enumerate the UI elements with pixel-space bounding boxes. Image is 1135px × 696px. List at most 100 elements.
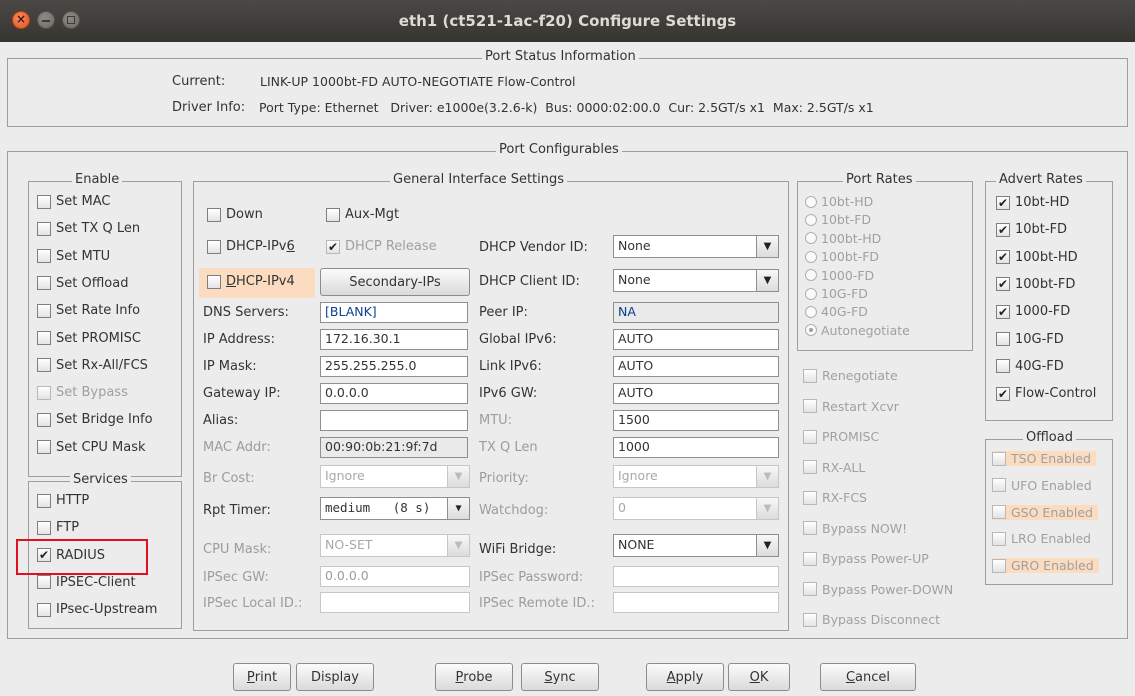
down-checkbox[interactable]: Down <box>207 207 263 222</box>
advert-10g-fd-checkbox[interactable]: 10G-FD <box>996 332 1064 347</box>
peer-ip-input[interactable]: NA <box>613 302 779 323</box>
close-window-icon[interactable]: × <box>12 11 30 29</box>
ipsec-password-input[interactable] <box>613 566 779 587</box>
tx-q-len-label: TX Q Len <box>479 440 538 455</box>
checkbox-box <box>803 612 817 627</box>
enable-set-rx-all-fcs-checkbox[interactable]: Set Rx-All/FCS <box>37 358 148 373</box>
maximize-window-icon[interactable] <box>62 11 80 29</box>
service-http-checkbox[interactable]: HTTP <box>37 493 89 508</box>
checkbox-box <box>37 602 51 617</box>
global-ipv6-label: Global IPv6: <box>479 332 557 347</box>
advert-1000-fd-checkbox[interactable]: ✔ 1000-FD <box>996 304 1070 319</box>
tx-q-len-input[interactable]: 1000 <box>613 437 779 458</box>
enable-set-tx-q-len-checkbox[interactable]: Set TX Q Len <box>37 221 140 236</box>
advert-10bt-hd-checkbox[interactable]: ✔ 10bt-HD <box>996 195 1069 210</box>
mac-addr-input[interactable]: 00:90:0b:21:9f:7d <box>320 437 468 458</box>
ip-address-input[interactable]: 172.16.30.1 <box>320 329 468 350</box>
renegotiate-checkbox[interactable]: Renegotiate <box>803 368 898 383</box>
br-cost-select[interactable]: Ignore ▼ <box>320 465 470 488</box>
port-rate-1000-fd-radio[interactable]: 1000-FD <box>805 268 874 283</box>
apply-button[interactable]: Apply <box>646 663 724 691</box>
promisc-checkbox[interactable]: PROMISC <box>803 429 879 444</box>
advert-10bt-fd-checkbox[interactable]: ✔ 10bt-FD <box>996 222 1067 237</box>
sync-button[interactable]: Sync <box>521 663 599 691</box>
global-ipv6-input[interactable]: AUTO <box>613 329 779 350</box>
wifi-bridge-select[interactable]: NONE ▼ <box>613 534 779 557</box>
checkbox-box <box>992 478 1006 493</box>
enable-set-cpu-mask-checkbox[interactable]: Set CPU Mask <box>37 440 146 455</box>
ipsec-remote-id-input[interactable] <box>613 592 779 613</box>
ipsec-gw-input[interactable]: 0.0.0.0 <box>320 566 470 587</box>
checkbox-box <box>803 551 817 566</box>
ipv6-gw-input[interactable]: AUTO <box>613 383 779 404</box>
port-rate-100bt-fd-radio[interactable]: 100bt-FD <box>805 249 879 264</box>
port-rate-10g-fd-radio[interactable]: 10G-FD <box>805 286 868 301</box>
gateway-ip-input[interactable]: 0.0.0.0 <box>320 383 468 404</box>
port-rate-100bt-hd-radio[interactable]: 100bt-HD <box>805 231 881 246</box>
link-ipv6-input[interactable]: AUTO <box>613 356 779 377</box>
secondary-ips-button[interactable]: Secondary-IPs <box>320 268 470 296</box>
dhcp-ipv4-checkbox[interactable]: D HCP-IPv4 <box>207 274 295 289</box>
bypass-disconnect-checkbox[interactable]: Bypass Disconnect <box>803 612 940 627</box>
dhcp-client-id-select[interactable]: None ▼ <box>613 269 779 292</box>
dhcp-ipv6-checkbox[interactable]: DHCP-IPv 6 <box>207 239 295 254</box>
port-rate-10bt-fd-radio[interactable]: 10bt-FD <box>805 212 871 227</box>
priority-select[interactable]: Ignore ▼ <box>613 465 779 488</box>
offload-gso-enabled-checkbox[interactable]: GSO Enabled <box>992 504 1098 520</box>
display-button[interactable]: Display <box>296 663 374 691</box>
offload-tso-enabled-checkbox[interactable]: TSO Enabled <box>992 451 1096 466</box>
service-ipsec-client-checkbox[interactable]: IPSEC-Client <box>37 575 136 590</box>
ok-button[interactable]: OK <box>728 663 790 691</box>
alias-input[interactable] <box>320 410 468 431</box>
print-button[interactable]: Print <box>233 663 291 691</box>
link-ipv6-label: Link IPv6: <box>479 359 542 374</box>
br-cost-label: Br Cost: <box>203 471 255 486</box>
ipsec-local-id-input[interactable] <box>320 592 470 613</box>
radius-annotation-box <box>16 539 148 575</box>
enable-set-bypass-checkbox[interactable]: Set Bypass <box>37 385 128 400</box>
enable-set-rate-info-checkbox[interactable]: Set Rate Info <box>37 303 140 318</box>
chevron-down-icon: ▼ <box>447 498 469 519</box>
offload-lro-enabled-checkbox[interactable]: LRO Enabled <box>992 531 1091 546</box>
advert-flow-control-checkbox[interactable]: ✔ Flow-Control <box>996 386 1096 401</box>
checkbox-box <box>803 521 817 535</box>
ipv6-gw-label: IPv6 GW: <box>479 386 538 401</box>
enable-set-mtu-checkbox[interactable]: Set MTU <box>37 249 110 264</box>
bypass-now-checkbox[interactable]: Bypass NOW! <box>803 521 907 536</box>
ip-address-label: IP Address: <box>203 332 275 347</box>
bypass-power-down-checkbox[interactable]: Bypass Power-DOWN <box>803 582 953 597</box>
dhcp-release-checkbox[interactable]: ✔ DHCP Release <box>326 239 437 254</box>
service-ipsec-upstream-checkbox[interactable]: IPsec-Upstream <box>37 602 157 617</box>
enable-set-promisc-checkbox[interactable]: Set PROMISC <box>37 331 141 346</box>
dns-servers-input[interactable]: [BLANK] <box>320 302 468 323</box>
ip-mask-label: IP Mask: <box>203 359 257 374</box>
advert-40g-fd-checkbox[interactable]: 40G-FD <box>996 359 1064 374</box>
enable-set-offload-checkbox[interactable]: Set Offload <box>37 276 128 291</box>
offload-gro-enabled-checkbox[interactable]: GRO Enabled <box>992 558 1099 574</box>
probe-button[interactable]: Probe <box>435 663 513 691</box>
rx-all-checkbox[interactable]: RX-ALL <box>803 460 865 475</box>
rpt-timer-select[interactable]: medium (8 s) ▼ <box>320 497 470 520</box>
offload-ufo-enabled-checkbox[interactable]: UFO Enabled <box>992 478 1092 493</box>
port-rate-40g-fd-radio[interactable]: 40G-FD <box>805 304 868 319</box>
watchdog-select[interactable]: 0 ▼ <box>613 497 779 520</box>
mtu-input[interactable]: 1500 <box>613 410 779 431</box>
rx-fcs-checkbox[interactable]: RX-FCS <box>803 490 867 505</box>
advert-100bt-hd-checkbox[interactable]: ✔ 100bt-HD <box>996 250 1078 265</box>
alias-label: Alias: <box>203 413 239 428</box>
restart-xcvr-checkbox[interactable]: Restart Xcvr <box>803 399 899 414</box>
radio-dot-icon <box>805 232 817 245</box>
aux-mgt-checkbox[interactable]: Aux-Mgt <box>326 207 399 222</box>
minimize-window-icon[interactable] <box>37 11 55 29</box>
port-rate-10bt-hd-radio[interactable]: 10bt-HD <box>805 194 873 209</box>
enable-set-bridge-info-checkbox[interactable]: Set Bridge Info <box>37 412 153 427</box>
dhcp-vendor-id-select[interactable]: None ▼ <box>613 235 779 258</box>
cancel-button[interactable]: Cancel <box>820 663 916 691</box>
bypass-power-up-checkbox[interactable]: Bypass Power-UP <box>803 551 929 566</box>
port-rate-autonegotiate-radio[interactable]: Autonegotiate <box>805 323 910 338</box>
cpu-mask-select[interactable]: NO-SET ▼ <box>320 534 470 557</box>
enable-set-mac-checkbox[interactable]: Set MAC <box>37 194 110 209</box>
service-ftp-checkbox[interactable]: FTP <box>37 520 79 535</box>
ip-mask-input[interactable]: 255.255.255.0 <box>320 356 468 377</box>
advert-100bt-fd-checkbox[interactable]: ✔ 100bt-FD <box>996 277 1075 292</box>
